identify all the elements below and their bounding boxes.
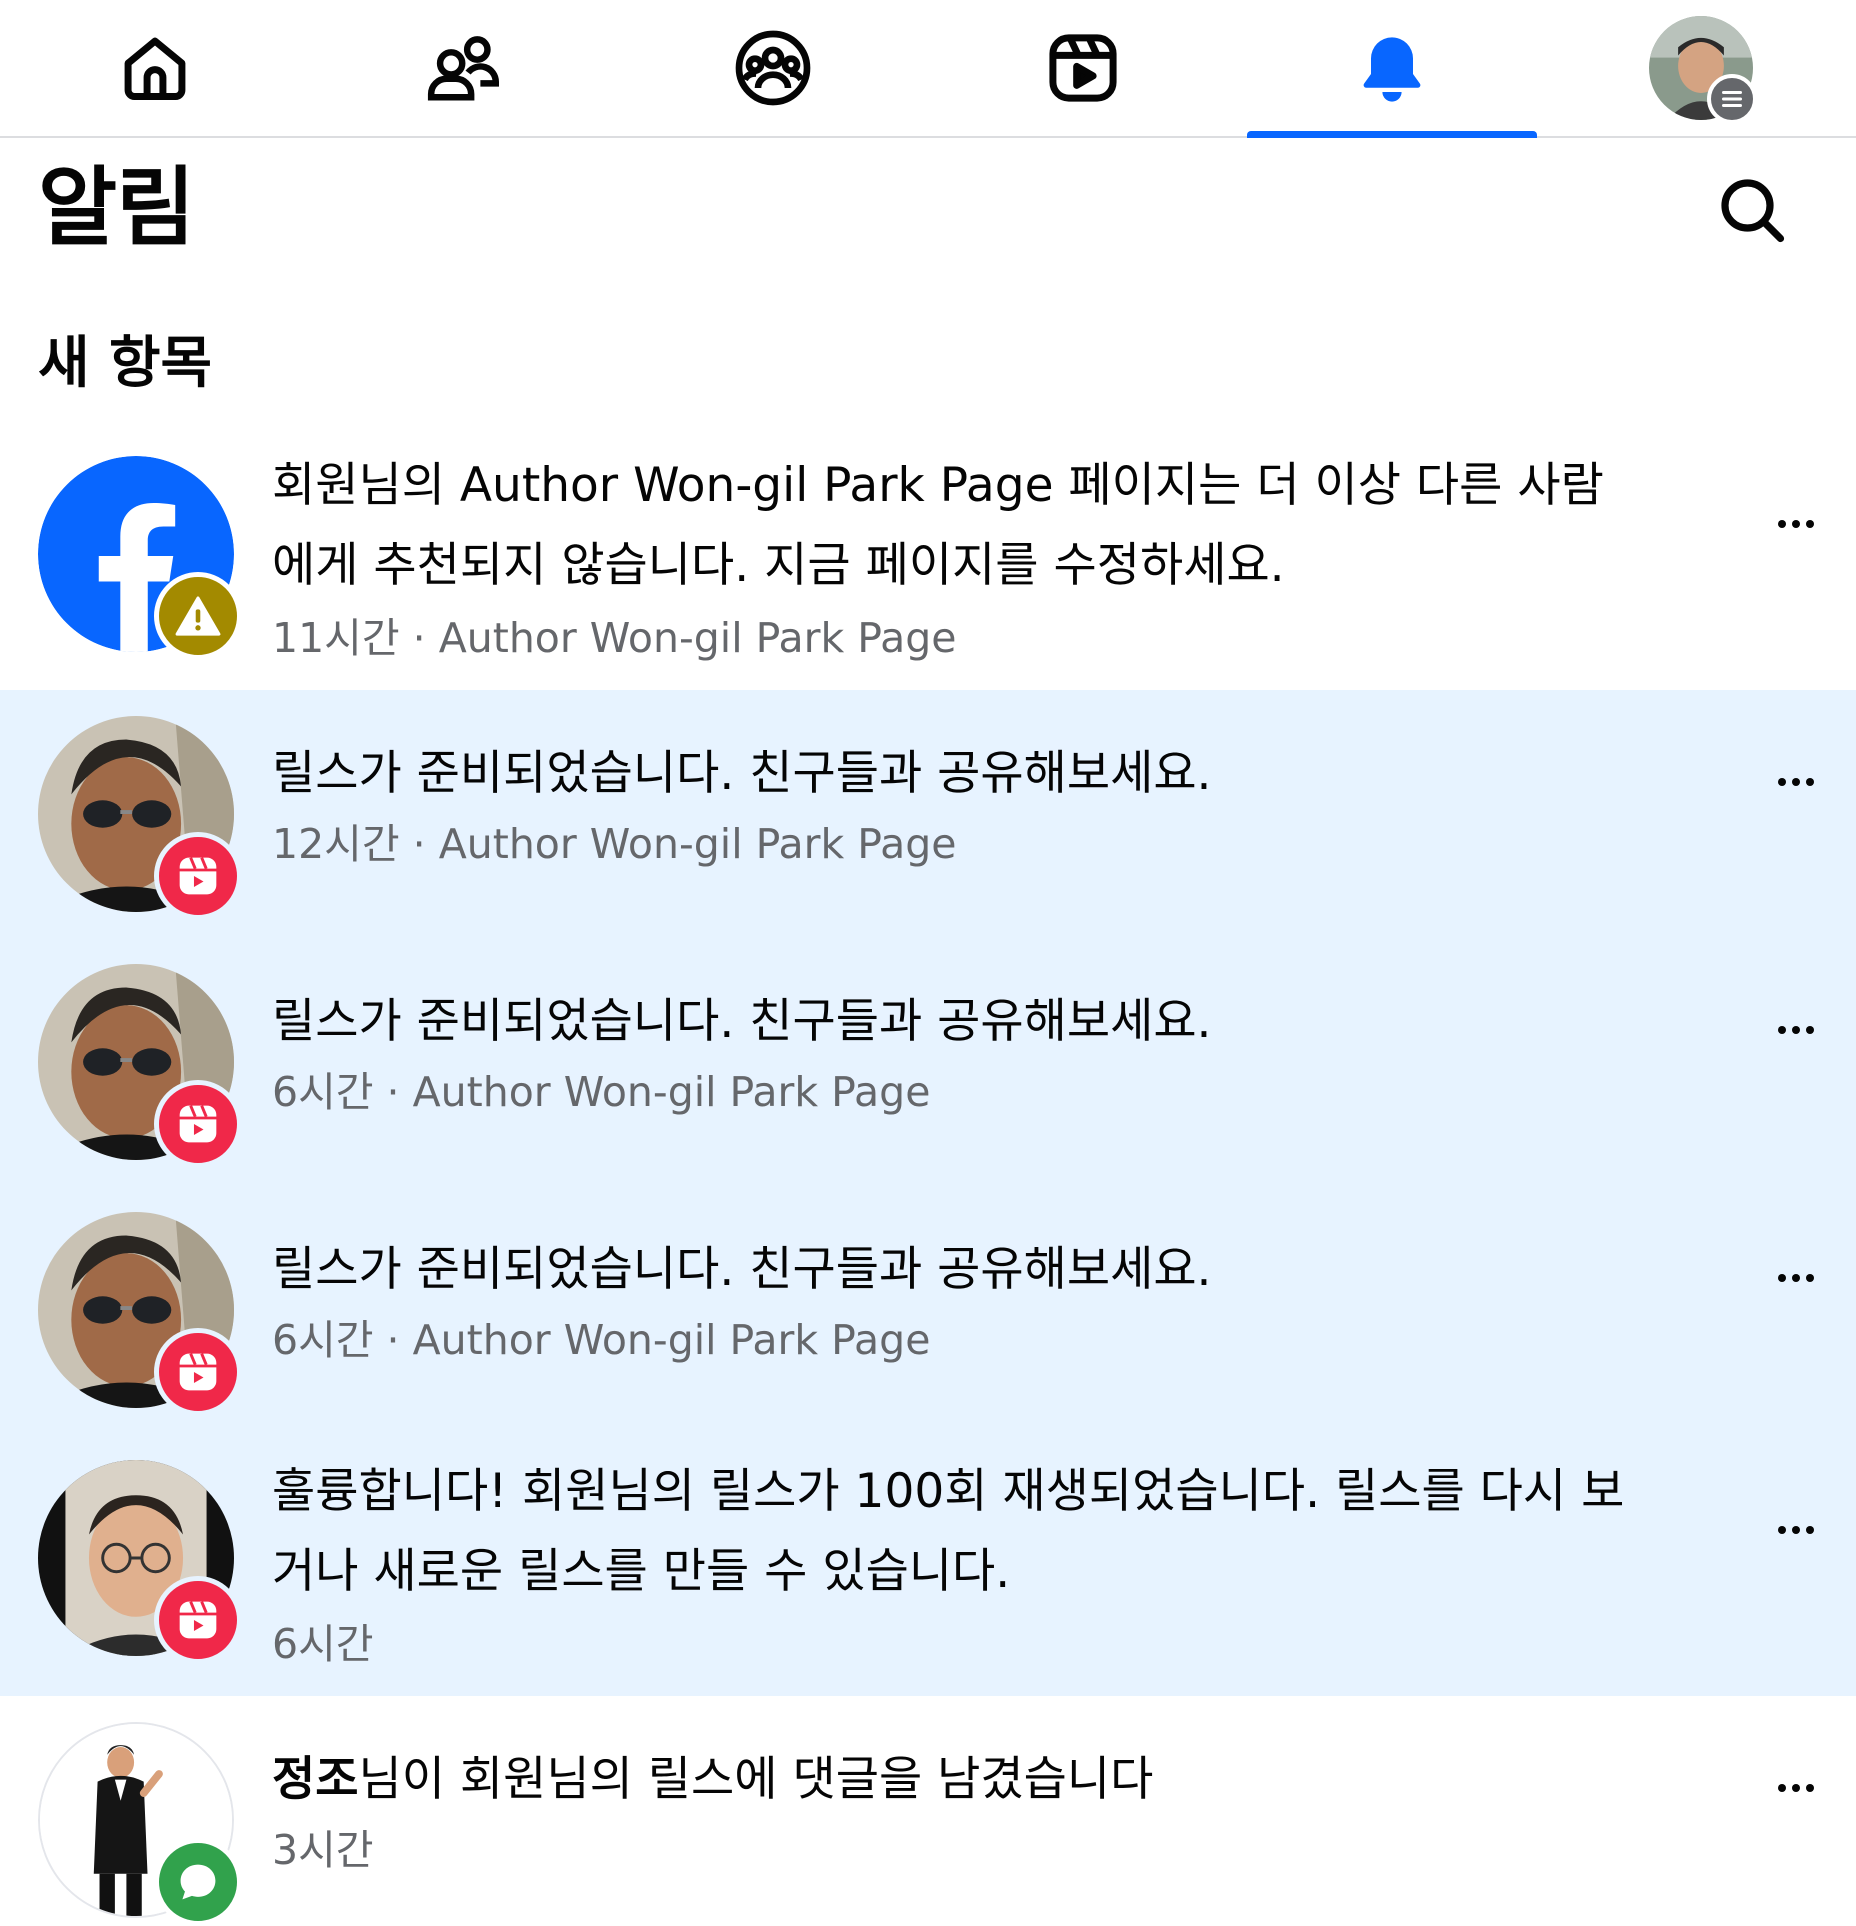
notification-text: 회원님의 Author Won-gil Park Page 페이지는 더 이상 … — [272, 458, 1604, 593]
more-options-button[interactable] — [1760, 1242, 1832, 1314]
bell-icon — [1363, 37, 1421, 102]
more-options-button[interactable] — [1760, 1752, 1832, 1824]
active-tab-indicator — [1247, 131, 1537, 138]
notification-body: 님이 회원님의 릴스에 댓글을 남겼습니다 — [358, 1752, 1154, 1807]
more-dot — [1792, 520, 1800, 528]
more-dot — [1792, 1274, 1800, 1282]
more-dot — [1792, 1784, 1800, 1792]
reels-icon — [1049, 34, 1117, 102]
reels-badge — [154, 1328, 242, 1416]
reels-icon — [179, 857, 217, 895]
notification-text: 릴스가 준비되었습니다. 친구들과 공유해보세요. — [272, 994, 1212, 1049]
notification-item[interactable]: 릴스가 준비되었습니다. 친구들과 공유해보세요. 6시간 · Author W… — [0, 938, 1856, 1186]
comment-icon — [180, 1864, 216, 1900]
comment-badge — [154, 1838, 242, 1926]
actor-name[interactable]: 정조 — [272, 1752, 358, 1807]
tab-friends[interactable] — [320, 0, 610, 136]
notification-text: 릴스가 준비되었습니다. 친구들과 공유해보세요. — [272, 1242, 1212, 1297]
reels-icon — [179, 1105, 217, 1143]
page-title: 알림 — [38, 158, 195, 258]
more-options-button[interactable] — [1760, 994, 1832, 1066]
reels-icon — [179, 1353, 217, 1391]
notification-item[interactable]: 회원님의 Author Won-gil Park Page 페이지는 더 이상 … — [0, 438, 1856, 690]
more-options-button[interactable] — [1760, 746, 1832, 818]
notification-avatar — [38, 1212, 242, 1416]
tab-reels[interactable] — [938, 0, 1228, 136]
more-dot — [1778, 1274, 1786, 1282]
notification-text: 릴스가 준비되었습니다. 친구들과 공유해보세요. — [272, 746, 1212, 801]
tab-notifications[interactable] — [1247, 0, 1537, 138]
more-dot — [1806, 1784, 1814, 1792]
notification-avatar — [38, 456, 242, 660]
more-dot — [1792, 1526, 1800, 1534]
notification-text: 정조님이 회원님의 릴스에 댓글을 남겼습니다 — [272, 1740, 1632, 1820]
more-dot — [1806, 778, 1814, 786]
hamburger-menu-icon — [1722, 91, 1742, 107]
more-options-button[interactable] — [1760, 488, 1832, 560]
notification-item[interactable]: 정조님이 회원님의 릴스에 댓글을 남겼습니다 3시간 — [0, 1696, 1856, 1926]
groups-icon — [735, 30, 811, 106]
notification-item[interactable]: 릴스가 준비되었습니다. 친구들과 공유해보세요. 12시간 · Author … — [0, 690, 1856, 938]
more-dot — [1806, 1274, 1814, 1282]
more-dot — [1806, 520, 1814, 528]
notification-text: 훌륭합니다! 회원님의 릴스가 100회 재생되었습니다. 릴스를 다시 보거나… — [272, 1464, 1625, 1599]
notification-meta: 6시간 — [272, 1620, 374, 1668]
notification-meta: 6시간 · Author Won-gil Park Page — [272, 1068, 931, 1116]
friends-icon — [427, 36, 499, 101]
reels-icon — [179, 1601, 217, 1639]
warning-icon — [175, 596, 221, 636]
more-dot — [1778, 520, 1786, 528]
menu-badge — [1707, 74, 1757, 124]
more-dot — [1792, 778, 1800, 786]
more-dot — [1806, 1026, 1814, 1034]
more-dot — [1778, 1526, 1786, 1534]
notification-meta: 6시간 · Author Won-gil Park Page — [272, 1316, 931, 1364]
tab-menu[interactable] — [1556, 0, 1846, 136]
notification-meta: 12시간 · Author Won-gil Park Page — [272, 820, 957, 868]
reels-badge — [154, 1080, 242, 1168]
tab-groups[interactable] — [628, 0, 918, 136]
section-title-new: 새 항목 — [38, 331, 213, 396]
search-button[interactable] — [1712, 170, 1792, 250]
warning-badge — [154, 572, 242, 660]
more-dot — [1778, 778, 1786, 786]
notification-item[interactable]: 릴스가 준비되었습니다. 친구들과 공유해보세요. 6시간 · Author W… — [0, 1186, 1856, 1434]
more-dot — [1792, 1026, 1800, 1034]
notification-meta: 3시간 — [272, 1826, 374, 1874]
notification-item[interactable]: 훌륭합니다! 회원님의 릴스가 100회 재생되었습니다. 릴스를 다시 보거나… — [0, 1434, 1856, 1696]
profile-menu-button[interactable] — [1649, 16, 1757, 124]
notification-avatar — [38, 1460, 242, 1664]
notification-avatar — [38, 964, 242, 1168]
search-icon — [1721, 179, 1785, 243]
reels-badge — [154, 832, 242, 920]
more-dot — [1806, 1526, 1814, 1534]
tab-home[interactable] — [10, 0, 300, 136]
reels-badge — [154, 1576, 242, 1664]
top-navigation-bar — [0, 0, 1856, 138]
home-icon — [124, 37, 186, 100]
more-dot — [1778, 1026, 1786, 1034]
notification-meta: 11시간 · Author Won-gil Park Page — [272, 614, 957, 662]
notification-avatar — [38, 1722, 242, 1926]
more-options-button[interactable] — [1760, 1494, 1832, 1566]
notification-avatar — [38, 716, 242, 920]
more-dot — [1778, 1784, 1786, 1792]
